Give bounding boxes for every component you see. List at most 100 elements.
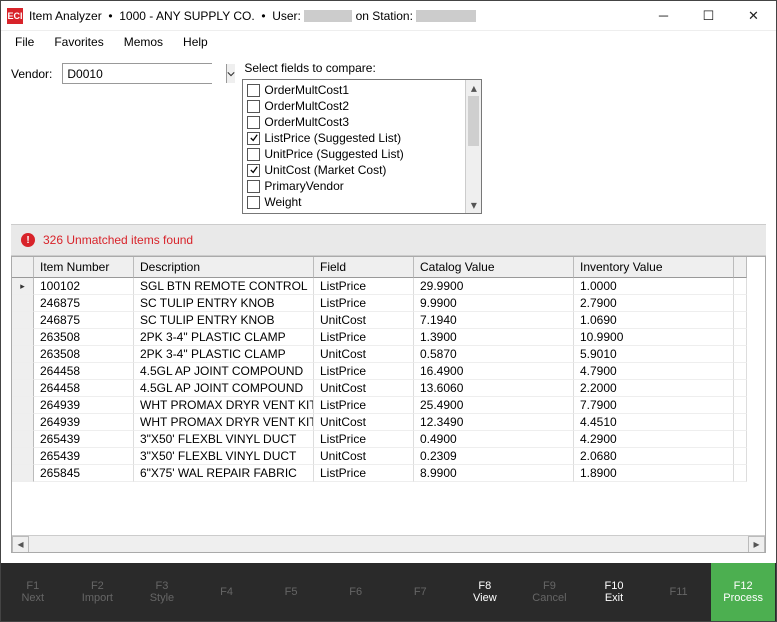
- scroll-thumb[interactable]: [468, 96, 479, 146]
- cell-inventory[interactable]: 1.8900: [574, 465, 734, 482]
- field-option[interactable]: OrderMultCost1: [247, 82, 461, 98]
- field-option[interactable]: UnitPrice (Suggested List): [247, 146, 461, 162]
- row-selector[interactable]: [12, 278, 34, 295]
- cell-field[interactable]: ListPrice: [314, 278, 414, 295]
- cell-desc[interactable]: 2PK 3-4" PLASTIC CLAMP: [134, 346, 314, 363]
- scroll-up-icon[interactable]: ▴: [466, 80, 481, 96]
- cell-field[interactable]: UnitCost: [314, 414, 414, 431]
- table-row[interactable]: 2635082PK 3-4" PLASTIC CLAMPListPrice1.3…: [12, 329, 765, 346]
- cell-item[interactable]: 100102: [34, 278, 134, 295]
- checkbox-icon[interactable]: [247, 180, 260, 193]
- field-option[interactable]: Weight: [247, 194, 461, 210]
- fkey-f1-next[interactable]: F1Next: [1, 563, 66, 621]
- cell-inventory[interactable]: 4.2900: [574, 431, 734, 448]
- menu-file[interactable]: File: [7, 33, 42, 51]
- cell-catalog[interactable]: 1.3900: [414, 329, 574, 346]
- cell-item[interactable]: 265845: [34, 465, 134, 482]
- cell-desc[interactable]: SC TULIP ENTRY KNOB: [134, 312, 314, 329]
- table-row[interactable]: 246875SC TULIP ENTRY KNOBUnitCost7.19401…: [12, 312, 765, 329]
- cell-field[interactable]: ListPrice: [314, 329, 414, 346]
- row-selector[interactable]: [12, 329, 34, 346]
- cell-catalog[interactable]: 8.9900: [414, 465, 574, 482]
- row-selector[interactable]: [12, 346, 34, 363]
- table-row[interactable]: 264939WHT PROMAX DRYR VENT KITUnitCost12…: [12, 414, 765, 431]
- cell-item[interactable]: 246875: [34, 295, 134, 312]
- vendor-input[interactable]: [63, 64, 226, 83]
- cell-catalog[interactable]: 9.9900: [414, 295, 574, 312]
- hscroll-left-icon[interactable]: ◂: [12, 536, 29, 553]
- grid-header-inventory[interactable]: Inventory Value: [574, 257, 734, 278]
- cell-item[interactable]: 246875: [34, 312, 134, 329]
- cell-inventory[interactable]: 2.0680: [574, 448, 734, 465]
- cell-inventory[interactable]: 4.4510: [574, 414, 734, 431]
- cell-item[interactable]: 263508: [34, 346, 134, 363]
- table-row[interactable]: 2654393"X50' FLEXBL VINYL DUCTListPrice0…: [12, 431, 765, 448]
- cell-desc[interactable]: SC TULIP ENTRY KNOB: [134, 295, 314, 312]
- cell-desc[interactable]: 3"X50' FLEXBL VINYL DUCT: [134, 431, 314, 448]
- cell-field[interactable]: ListPrice: [314, 431, 414, 448]
- cell-catalog[interactable]: 0.5870: [414, 346, 574, 363]
- cell-desc[interactable]: 2PK 3-4" PLASTIC CLAMP: [134, 329, 314, 346]
- cell-item[interactable]: 264939: [34, 414, 134, 431]
- cell-desc[interactable]: 4.5GL AP JOINT COMPOUND: [134, 380, 314, 397]
- vendor-combobox[interactable]: [62, 63, 212, 84]
- cell-desc[interactable]: WHT PROMAX DRYR VENT KIT: [134, 414, 314, 431]
- cell-desc[interactable]: 6"X75' WAL REPAIR FABRIC: [134, 465, 314, 482]
- compare-fields-listbox[interactable]: OrderMultCost1OrderMultCost2OrderMultCos…: [242, 79, 482, 214]
- row-selector[interactable]: [12, 397, 34, 414]
- maximize-button[interactable]: ☐: [686, 1, 731, 31]
- grid-header-catalog[interactable]: Catalog Value: [414, 257, 574, 278]
- cell-item[interactable]: 264939: [34, 397, 134, 414]
- cell-catalog[interactable]: 0.2309: [414, 448, 574, 465]
- cell-catalog[interactable]: 12.3490: [414, 414, 574, 431]
- cell-desc[interactable]: WHT PROMAX DRYR VENT KIT: [134, 397, 314, 414]
- cell-inventory[interactable]: 2.2000: [574, 380, 734, 397]
- cell-field[interactable]: ListPrice: [314, 295, 414, 312]
- table-row[interactable]: 2635082PK 3-4" PLASTIC CLAMPUnitCost0.58…: [12, 346, 765, 363]
- checkbox-icon[interactable]: [247, 132, 260, 145]
- menu-favorites[interactable]: Favorites: [46, 33, 111, 51]
- table-row[interactable]: 246875SC TULIP ENTRY KNOBListPrice9.9900…: [12, 295, 765, 312]
- cell-item[interactable]: 264458: [34, 363, 134, 380]
- cell-catalog[interactable]: 25.4900: [414, 397, 574, 414]
- cell-inventory[interactable]: 4.7900: [574, 363, 734, 380]
- cell-inventory[interactable]: 7.7900: [574, 397, 734, 414]
- checkbox-icon[interactable]: [247, 84, 260, 97]
- row-selector[interactable]: [12, 431, 34, 448]
- menu-help[interactable]: Help: [175, 33, 216, 51]
- listbox-scrollbar[interactable]: ▴ ▾: [465, 80, 481, 213]
- table-row[interactable]: 2644584.5GL AP JOINT COMPOUNDUnitCost13.…: [12, 380, 765, 397]
- cell-desc[interactable]: 4.5GL AP JOINT COMPOUND: [134, 363, 314, 380]
- fkey-f9-cancel[interactable]: F9Cancel: [518, 563, 583, 621]
- field-option[interactable]: PrimaryVendor: [247, 178, 461, 194]
- cell-inventory[interactable]: 5.9010: [574, 346, 734, 363]
- cell-field[interactable]: ListPrice: [314, 397, 414, 414]
- table-row[interactable]: 264939WHT PROMAX DRYR VENT KITListPrice2…: [12, 397, 765, 414]
- cell-item[interactable]: 265439: [34, 448, 134, 465]
- row-selector[interactable]: [12, 363, 34, 380]
- close-button[interactable]: ✕: [731, 1, 776, 31]
- minimize-button[interactable]: ─: [641, 1, 686, 31]
- row-selector[interactable]: [12, 312, 34, 329]
- fkey-f2-import[interactable]: F2Import: [66, 563, 131, 621]
- checkbox-icon[interactable]: [247, 116, 260, 129]
- cell-desc[interactable]: SGL BTN REMOTE CONTROL: [134, 278, 314, 295]
- cell-catalog[interactable]: 7.1940: [414, 312, 574, 329]
- checkbox-icon[interactable]: [247, 196, 260, 209]
- fkey-f12-process[interactable]: F12Process: [711, 563, 776, 621]
- cell-field[interactable]: ListPrice: [314, 465, 414, 482]
- cell-catalog[interactable]: 13.6060: [414, 380, 574, 397]
- field-option[interactable]: OrderMultCost3: [247, 114, 461, 130]
- table-row[interactable]: 2644584.5GL AP JOINT COMPOUNDListPrice16…: [12, 363, 765, 380]
- hscroll-right-icon[interactable]: ▸: [748, 536, 765, 553]
- grid-horizontal-scrollbar[interactable]: ◂ ▸: [12, 535, 765, 552]
- grid-header-description[interactable]: Description: [134, 257, 314, 278]
- results-grid[interactable]: Item Number Description Field Catalog Va…: [11, 256, 766, 553]
- cell-catalog[interactable]: 0.4900: [414, 431, 574, 448]
- fkey-f3-style[interactable]: F3Style: [130, 563, 195, 621]
- row-selector[interactable]: [12, 465, 34, 482]
- table-row[interactable]: 2654393"X50' FLEXBL VINYL DUCTUnitCost0.…: [12, 448, 765, 465]
- grid-header-field[interactable]: Field: [314, 257, 414, 278]
- cell-inventory[interactable]: 2.7900: [574, 295, 734, 312]
- field-option[interactable]: OrderMultCost2: [247, 98, 461, 114]
